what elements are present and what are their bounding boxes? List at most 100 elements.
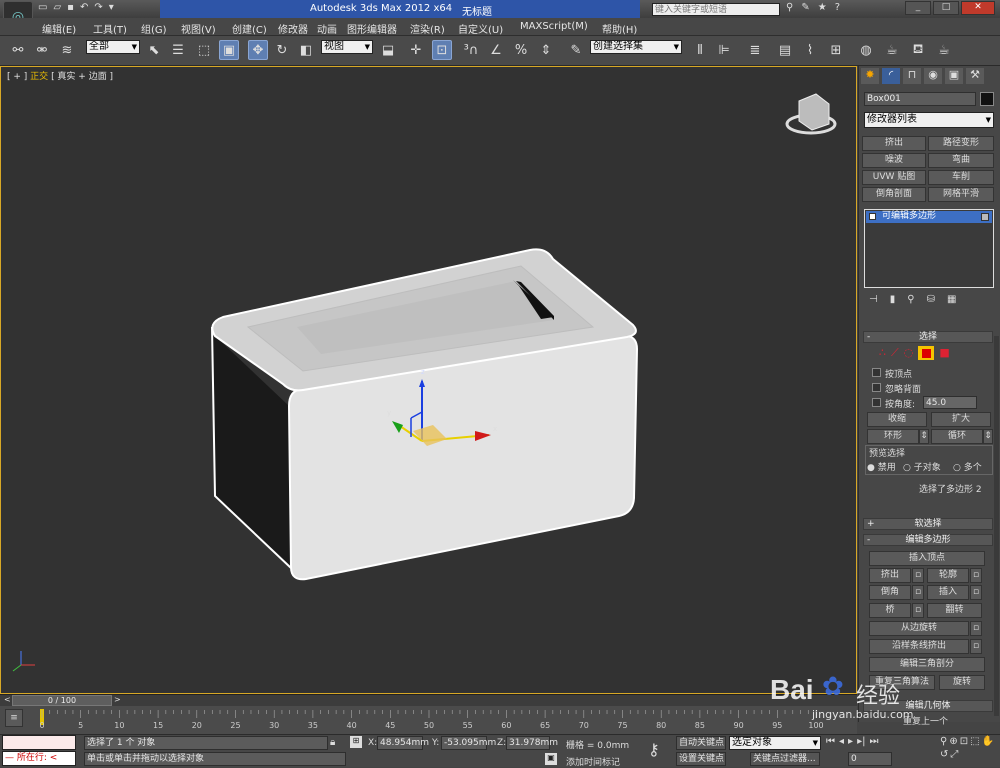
auto-key-button[interactable]: 自动关键点 [676, 736, 726, 750]
modifier-list-dropdown[interactable]: 修改器列表 [864, 112, 994, 128]
menu-edit[interactable]: 编辑(E) [42, 21, 76, 36]
menu-maxscript[interactable]: MAXScript(M) [520, 21, 588, 32]
menu-help[interactable]: 帮助(H) [602, 21, 637, 36]
schematic-view-icon[interactable]: ⊞ [826, 40, 846, 60]
grow-button[interactable]: 扩大 [931, 412, 991, 427]
prev-frame-icon[interactable]: ◂ [839, 736, 844, 747]
configure-sets-icon[interactable]: ▦ [947, 294, 956, 305]
key-icon[interactable]: ⚷ [648, 740, 660, 759]
key-filters-button[interactable]: 关键点过滤器... [750, 752, 820, 766]
edit-polygons-rollout-header[interactable]: - 编辑多边形 [863, 534, 993, 546]
border-level-icon[interactable]: ◌ [904, 346, 914, 360]
edit-named-selections-icon[interactable]: ✎ [566, 40, 586, 60]
bridge-button[interactable]: 桥 [869, 603, 911, 618]
open-file-icon[interactable]: ▱ [53, 2, 61, 13]
save-file-icon[interactable]: ▪ [67, 2, 74, 13]
pivot-center-icon[interactable]: ⬓ [378, 40, 398, 60]
scale-icon[interactable]: ◧ [296, 40, 316, 60]
object-color-swatch[interactable] [980, 92, 994, 106]
search-input[interactable]: 键入关键字或短语 [652, 3, 780, 16]
stack-expand-icon[interactable] [869, 213, 876, 220]
window-crossing-icon[interactable]: ▣ [219, 40, 239, 60]
ignore-backface-checkbox[interactable] [872, 383, 881, 392]
edit-geometry-rollout-header[interactable]: 编辑几何体 [863, 700, 993, 712]
absolute-mode-icon[interactable]: ⊞ [350, 736, 362, 748]
binoculars-icon[interactable]: ⚲ [786, 2, 793, 13]
preview-subobject-radio[interactable]: ○ 子对象 [903, 460, 941, 473]
repeat-last-label[interactable]: 重复上一个 [903, 714, 948, 727]
object-name-field[interactable]: Box001 [864, 92, 976, 106]
retriangulate-button[interactable]: 重复三角算法 [869, 675, 935, 690]
ring-button[interactable]: 环形 [867, 429, 919, 444]
tools-icon[interactable]: ✎ [801, 2, 809, 13]
menu-modifiers[interactable]: 修改器 [278, 21, 308, 36]
bevel-button[interactable]: 倒角 [869, 585, 911, 600]
modifier-bevelprofile-button[interactable]: 倒角剖面 [862, 187, 926, 202]
help-icon[interactable]: ? [835, 2, 840, 13]
bevel-settings-button[interactable]: ▫ [912, 585, 924, 600]
preview-multi-radio[interactable]: ○ 多个 [953, 460, 982, 473]
undo-icon[interactable]: ↶ [80, 2, 88, 13]
select-object-icon[interactable]: ⬉ [144, 40, 164, 60]
zoom-icon[interactable]: ⚲ [940, 736, 947, 747]
percent-snap-icon[interactable]: % [511, 40, 531, 60]
zoom-all-icon[interactable]: ⊕ [949, 736, 957, 747]
menu-rendering[interactable]: 渲染(R) [410, 21, 445, 36]
selection-filter-dropdown[interactable]: 全部 [86, 40, 140, 54]
time-slider-prev[interactable]: < [4, 695, 11, 704]
y-coordinate-field[interactable]: -53.095mm [441, 736, 496, 750]
stack-item-editable-poly[interactable]: 可编辑多边形 [866, 211, 992, 223]
x-coordinate-field[interactable]: 48.954mm [377, 736, 429, 750]
bind-spacewarp-icon[interactable]: ≋ [57, 40, 77, 60]
named-selection-dropdown[interactable]: 创建选择集 [590, 40, 682, 54]
display-tab-icon[interactable]: ▣ [945, 68, 963, 84]
vertex-level-icon[interactable]: ∴ [879, 346, 886, 360]
turn-button[interactable]: 旋转 [939, 675, 985, 690]
zoom-extents-icon[interactable]: ⊡ [960, 736, 968, 747]
show-end-result-icon[interactable]: ▮ [890, 294, 896, 305]
menu-tools[interactable]: 工具(T) [93, 21, 127, 36]
rendered-frame-icon[interactable]: ⛾ [908, 40, 928, 60]
hinge-settings-button[interactable]: ▫ [970, 621, 982, 636]
layer-manager-icon[interactable]: ≣ [745, 40, 765, 60]
hierarchy-tab-icon[interactable]: ⊓ [903, 68, 921, 84]
polygon-level-icon[interactable] [918, 346, 935, 360]
move-icon[interactable]: ✥ [248, 40, 268, 60]
z-coordinate-field[interactable]: 31.978mm [506, 736, 558, 750]
render-production-icon[interactable]: ☕ [934, 40, 954, 60]
stack-light-icon[interactable] [981, 213, 989, 221]
angle-spinner[interactable]: 45.0 [923, 396, 977, 409]
chevron-down-icon[interactable]: ▾ [109, 2, 114, 13]
menu-customize[interactable]: 自定义(U) [458, 21, 503, 36]
modifier-bend-button[interactable]: 弯曲 [928, 153, 994, 168]
new-file-icon[interactable]: ▭ [38, 2, 47, 13]
extrude-spline-settings-button[interactable]: ▫ [970, 639, 982, 654]
modifier-uvw-button[interactable]: UVW 贴图 [862, 170, 926, 185]
mirror-icon[interactable]: ⫴ [690, 40, 710, 60]
menu-graph-editors[interactable]: 图形编辑器 [347, 21, 397, 36]
lock-selection-icon[interactable]: 🔒︎ [330, 737, 335, 748]
maximize-button[interactable]: □ [933, 1, 959, 15]
panel-scrollbar[interactable] [994, 336, 999, 716]
ring-spinner[interactable]: ⇕ [919, 429, 929, 444]
menu-animation[interactable]: 动画 [317, 21, 337, 36]
align-icon[interactable]: ⊫ [714, 40, 734, 60]
keyboard-shortcut-override-icon[interactable]: ⊡ [432, 40, 452, 60]
add-time-tag[interactable]: 添加时间标记 [566, 755, 620, 768]
inset-settings-button[interactable]: ▫ [970, 585, 982, 600]
flip-button[interactable]: 翻转 [927, 603, 982, 618]
outline-button[interactable]: 轮廓 [927, 568, 969, 583]
material-editor-icon[interactable]: ◍ [856, 40, 876, 60]
modify-tab-icon[interactable]: ◜ [882, 68, 900, 84]
menu-group[interactable]: 组(G) [141, 21, 167, 36]
select-by-name-icon[interactable]: ☰ [168, 40, 188, 60]
select-manipulate-icon[interactable]: ✛ [406, 40, 426, 60]
pin-stack-icon[interactable]: ⊣ [869, 294, 878, 305]
extrude-settings-button[interactable]: ▫ [912, 568, 924, 583]
modifier-pathdeform-button[interactable]: 路径变形 [928, 136, 994, 151]
motion-tab-icon[interactable]: ◉ [924, 68, 942, 84]
track-bar[interactable]: ≡ 0 5 10 15 20 25 30 35 40 45 50 55 60 65 70 75 80 85 90 95… [0, 706, 857, 734]
by-vertex-checkbox[interactable] [872, 368, 881, 377]
extrude-along-spline-button[interactable]: 沿样条线挤出 [869, 639, 969, 654]
maxscript-line[interactable]: — 所在行: < [2, 751, 76, 766]
